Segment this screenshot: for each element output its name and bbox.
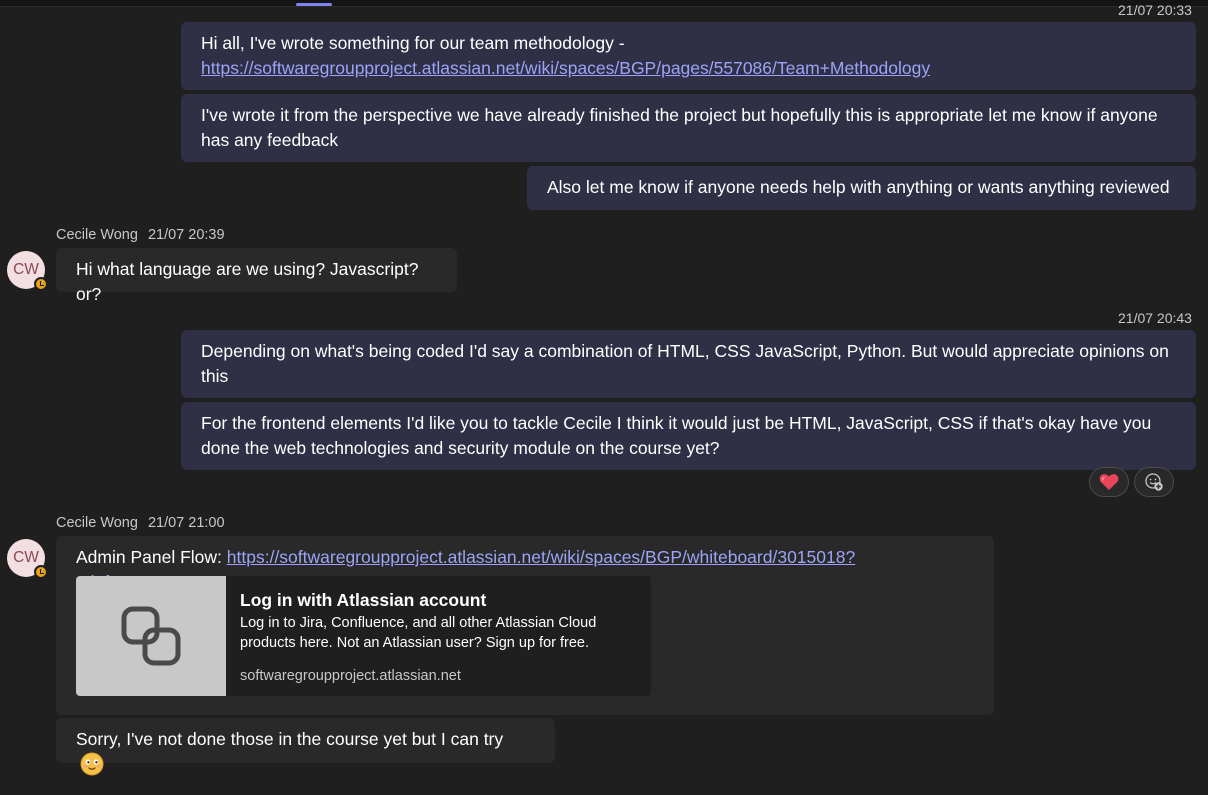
message-sender-header: Cecile Wong 21/07 20:39 [56,227,225,243]
message-timestamp: 21/07 20:39 [147,227,225,243]
avatar[interactable]: CW [7,251,48,291]
link-preview-title[interactable]: Log in with Atlassian account [240,590,486,611]
message-timestamp: 21/07 21:00 [147,515,225,531]
message-bubble[interactable]: For the frontend elements I'd like you t… [181,402,1196,470]
active-tab-indicator [296,3,332,6]
sender-name: Cecile Wong [56,515,138,531]
message-bubble[interactable]: Sorry, I've not done those in the course… [56,718,555,776]
message-bubble[interactable]: Also let me know if anyone needs help wi… [527,166,1196,210]
away-status-icon [34,565,48,579]
message-text: Depending on what's being coded I'd say … [201,341,1169,386]
message-text: Sorry, I've not done those in the course… [76,729,504,749]
away-status-icon [34,277,48,291]
sender-name: Cecile Wong [56,227,138,243]
heart-icon [1099,474,1119,490]
message-text: Also let me know if anyone needs help wi… [547,177,1170,197]
link-preview-description: Log in to Jira, Confluence, and all othe… [240,615,597,651]
message-timestamp: 21/07 20:43 [1118,310,1192,326]
link-preview-domain: softwaregroupproject.atlassian.net [240,668,461,684]
avatar-initials: CW [13,261,39,278]
heart-reaction-button[interactable] [1089,467,1129,497]
add-emoji-icon [1145,473,1163,491]
link-preview-card[interactable]: Log in with Atlassian account Log in to … [76,576,651,696]
message-text: Admin Panel Flow: [76,547,222,567]
message-text: For the frontend elements I'd like you t… [201,413,1152,458]
link-icon [121,606,181,666]
message-link[interactable]: https://softwaregroupproject.atlassian.n… [201,58,930,78]
message-bubble[interactable]: Hi what language are we using? Javascrip… [56,248,457,304]
message-bubble[interactable]: I've wrote it from the perspective we ha… [181,94,1196,162]
message-bubble[interactable]: Hi all, I've wrote something for our tea… [181,22,1196,90]
top-divider [0,0,1208,7]
link-preview-thumbnail [76,576,226,696]
message-text: Hi all, I've wrote something for our tea… [201,33,625,53]
message-bubble[interactable]: Depending on what's being coded I'd say … [181,330,1196,398]
smiling-face-emoji-icon [80,752,104,776]
message-sender-header: Cecile Wong 21/07 21:00 [56,515,225,531]
message-text: I've wrote it from the perspective we ha… [201,105,1158,150]
message-text: Hi what language are we using? Javascrip… [76,259,419,304]
avatar[interactable]: CW [7,539,48,579]
add-reaction-button[interactable] [1134,467,1174,497]
avatar-initials: CW [13,549,39,566]
message-timestamp: 21/07 20:33 [1118,2,1192,18]
